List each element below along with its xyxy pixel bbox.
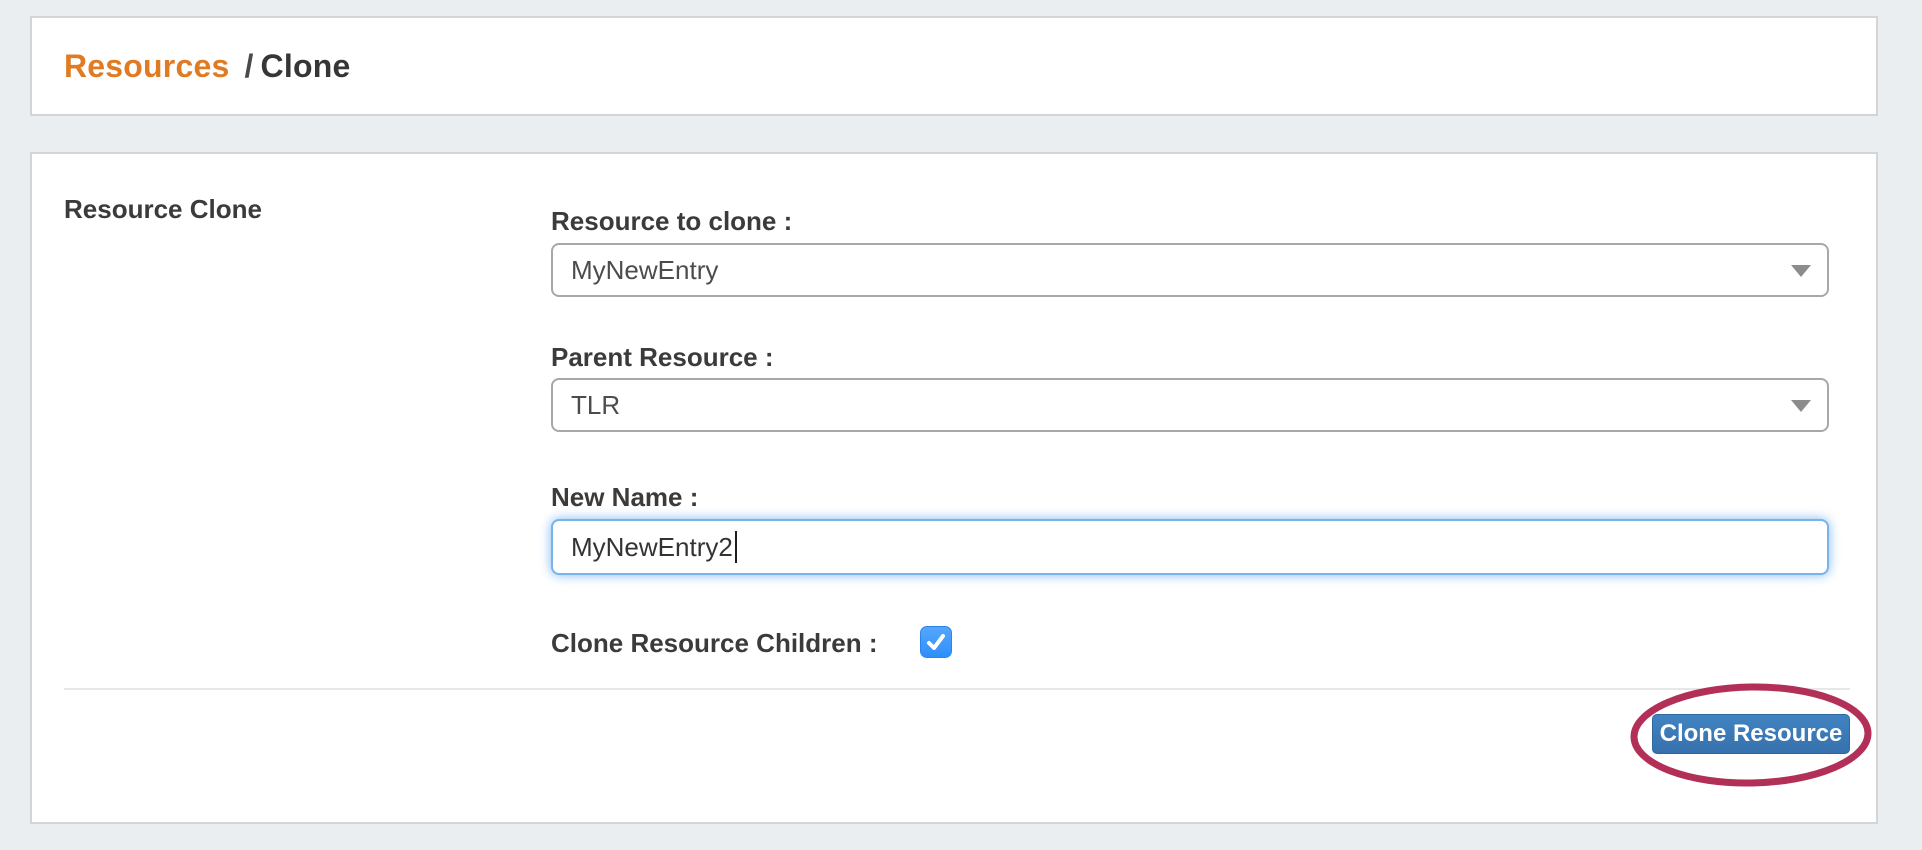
- breadcrumb-link-resources[interactable]: Resources: [64, 48, 229, 84]
- resource-to-clone-label: Resource to clone :: [551, 206, 792, 237]
- breadcrumb-current-clone: Clone: [261, 48, 351, 84]
- breadcrumb-card: Resources /Clone: [30, 16, 1878, 116]
- panel-title: Resource Clone: [64, 194, 262, 225]
- parent-resource-value: TLR: [571, 380, 620, 430]
- breadcrumb-separator: /: [244, 48, 253, 84]
- resource-to-clone-select[interactable]: MyNewEntry: [551, 243, 1829, 297]
- checkmark-icon: [925, 631, 947, 653]
- new-name-input[interactable]: MyNewEntry2: [551, 519, 1829, 575]
- breadcrumb: Resources /Clone: [64, 48, 350, 85]
- resource-clone-panel: Resource Clone Resource to clone : MyNew…: [30, 152, 1878, 824]
- resource-to-clone-value: MyNewEntry: [571, 245, 718, 295]
- parent-resource-label: Parent Resource :: [551, 342, 774, 373]
- clone-resource-button[interactable]: Clone Resource: [1652, 714, 1850, 754]
- new-name-label: New Name :: [551, 482, 698, 513]
- page: { "breadcrumb": { "section": "Resources"…: [0, 0, 1922, 850]
- clone-children-label: Clone Resource Children :: [551, 628, 878, 659]
- chevron-down-icon: [1791, 400, 1811, 412]
- footer-divider: [64, 688, 1850, 690]
- clone-children-checkbox[interactable]: [920, 626, 952, 658]
- parent-resource-select[interactable]: TLR: [551, 378, 1829, 432]
- text-caret: [735, 531, 737, 563]
- new-name-input-text: MyNewEntry2: [571, 532, 733, 563]
- chevron-down-icon: [1791, 265, 1811, 277]
